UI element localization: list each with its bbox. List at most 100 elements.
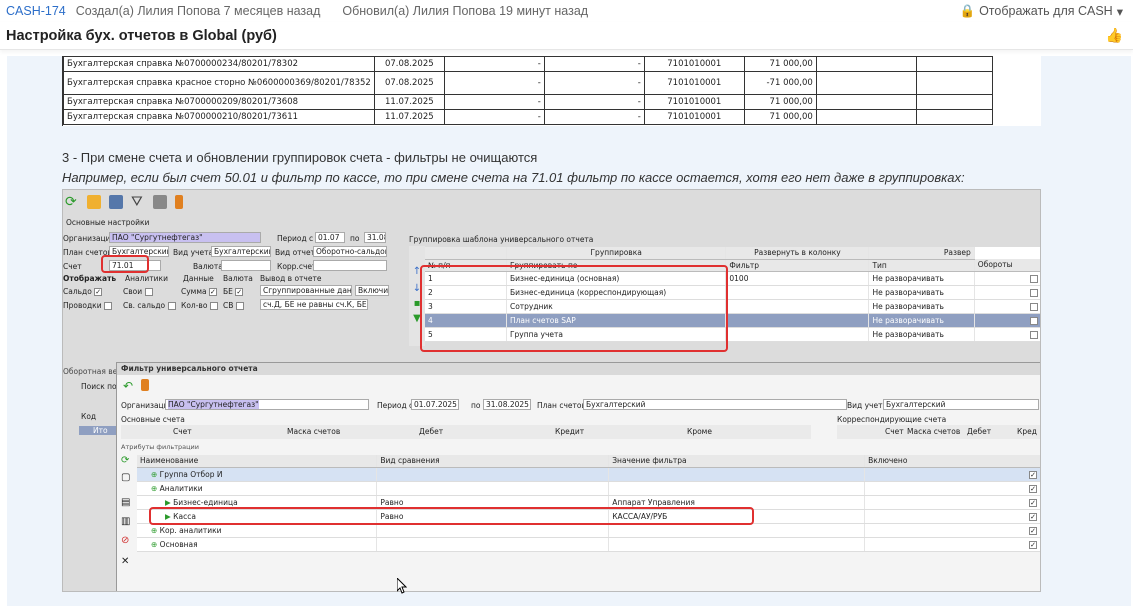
issue-key-link[interactable]: CASH-174 xyxy=(6,4,66,18)
ledger-cell-date: 11.07.2025 xyxy=(373,109,445,125)
org-field[interactable]: ПАО "Сургутнефтегаз" xyxy=(109,232,261,243)
undo-icon[interactable]: ↶ xyxy=(123,379,133,393)
enabled-checkbox[interactable]: ✓ xyxy=(864,509,1040,524)
refresh-icon[interactable]: ⟳ xyxy=(65,195,79,209)
check-icon: ✓ xyxy=(1029,540,1037,549)
tree-row[interactable]: ⊕ Аналитики ✓ xyxy=(137,481,1040,496)
print-icon[interactable] xyxy=(153,195,167,209)
ledger-cell-name: Бухгалтерская справка №0700000234/80201/… xyxy=(63,56,375,72)
saldo-label: Сальдо xyxy=(63,287,92,296)
turnover-checkbox[interactable] xyxy=(974,313,1040,328)
checkbox-box xyxy=(1030,288,1038,297)
qty-checkbox[interactable]: Кол-во xyxy=(181,301,218,310)
save-icon[interactable] xyxy=(109,195,123,209)
view-field[interactable]: Бухгалтерский xyxy=(211,246,271,257)
visibility-dropdown[interactable]: 🔒 Отображать для CASH ▾ xyxy=(960,4,1128,19)
copy-icon[interactable]: ▤ xyxy=(121,497,137,508)
output-field[interactable]: Сгруппированные данные xyxy=(260,285,352,296)
article-content: Бухгалтерская справка №0700000234/80201/… xyxy=(7,56,1131,606)
section-heading: 3 - При смене счета и обновлении группир… xyxy=(62,150,538,165)
amount-checkbox[interactable]: Сумма ✓ xyxy=(181,287,217,296)
page-title: Настройка бух. отчетов в Global (руб) xyxy=(6,27,277,44)
tree-row[interactable]: ⊕ Основная ✓ xyxy=(137,537,1040,552)
turnover-label: Оборотная вед xyxy=(63,367,123,376)
corr-filter-field[interactable]: сч.Д, БЕ не равны сч.К, БЕ xyxy=(260,299,368,310)
highlight-cash-filter xyxy=(149,507,754,525)
tree-row[interactable]: ⊕ Группа Отбор И ✓ xyxy=(137,467,1040,482)
grouping-cell-filter: 0100 xyxy=(725,271,870,286)
checkbox-box xyxy=(167,302,176,310)
sv-checkbox[interactable]: СВ xyxy=(223,301,244,310)
exit-icon[interactable] xyxy=(175,195,183,209)
tree-node-label: Основная xyxy=(159,539,198,549)
period-from-field[interactable]: 01.07 xyxy=(315,232,345,243)
period-to-field[interactable]: 31.08 xyxy=(364,232,386,243)
main-accounts-header: Счет Маска счетов Дебет Кредит Кроме xyxy=(121,425,811,439)
created-by: Создал(а) Лилия Попова 7 месяцев назад xyxy=(75,4,321,18)
currency-group: Валюта xyxy=(223,274,253,283)
filter-icon[interactable]: ⛛ xyxy=(131,195,145,209)
exit-icon[interactable] xyxy=(141,379,150,391)
own-checkbox[interactable]: Свои xyxy=(123,287,153,296)
total-row[interactable]: Ито xyxy=(79,426,116,435)
grouping-cell-type: Не разворачивать xyxy=(868,299,975,314)
ledger-cell-name: Бухгалтерская справка красное сторно №06… xyxy=(63,71,375,95)
enabled-checkbox[interactable]: ✓ xyxy=(864,537,1040,552)
checkbox-box xyxy=(144,288,153,296)
dialog-plan-field[interactable]: Бухгалтерский xyxy=(583,399,847,410)
postings-label: Проводки xyxy=(63,301,102,310)
tree-row[interactable]: ⊕ Кор. аналитики ✓ xyxy=(137,523,1040,538)
triangle-right-icon: ▶ xyxy=(165,497,174,507)
include-field[interactable]: Включи xyxy=(355,285,389,296)
visibility-label: Отображать для CASH xyxy=(979,4,1113,18)
grouping-cell-filter xyxy=(725,299,870,314)
new-icon[interactable]: ▢ xyxy=(121,472,137,483)
tree-node-label: Кор. аналитики xyxy=(159,525,222,535)
view2-field[interactable]: Оборотно-сальдовая xyxy=(313,246,387,257)
folder-icon[interactable] xyxy=(87,195,101,209)
postings-checkbox[interactable]: Проводки xyxy=(63,301,112,310)
grouping-header-cell: Развер xyxy=(868,247,975,260)
enabled-checkbox[interactable]: ✓ xyxy=(864,495,1040,510)
turnover-checkbox[interactable] xyxy=(974,327,1040,342)
dialog-caption: Фильтр универсального отчета xyxy=(117,363,1040,375)
filter-dialog: Фильтр универсального отчета ↶ Организац… xyxy=(116,362,1040,591)
turnover-checkbox[interactable] xyxy=(974,271,1040,286)
checkbox-box xyxy=(103,302,112,310)
turnover-checkbox[interactable] xyxy=(974,299,1040,314)
be-checkbox[interactable]: БЕ ✓ xyxy=(223,287,244,296)
ledger-cell-acc: 7101010001 xyxy=(643,56,745,72)
grouping-header-cell: Развернуть в колонку xyxy=(725,247,870,260)
dialog-org-field[interactable]: ПАО "Сургутнефтегаз" xyxy=(165,399,369,410)
stop-icon[interactable]: ⊘ xyxy=(121,535,137,546)
checkbox-box xyxy=(235,302,244,310)
tree-cell-val xyxy=(608,537,866,552)
highlight-account xyxy=(101,255,149,273)
check-icon: ✓ xyxy=(1029,470,1037,479)
delete-icon[interactable]: ▥ xyxy=(121,516,137,527)
enabled-checkbox[interactable]: ✓ xyxy=(864,467,1040,482)
qty-label: Кол-во xyxy=(181,301,208,310)
ledger-row: Бухгалтерская справка №0700000210/80201/… xyxy=(63,109,993,125)
enabled-checkbox[interactable]: ✓ xyxy=(864,523,1040,538)
dialog-period-to[interactable]: 31.08.2025 xyxy=(483,399,531,410)
tree-column-header: Вид сравнения xyxy=(376,455,610,468)
turnover-checkbox[interactable] xyxy=(974,285,1040,300)
currency-field[interactable] xyxy=(221,260,271,271)
cor-saldo-checkbox[interactable]: Св. сальдо xyxy=(123,301,176,310)
check-icon: ✓ xyxy=(1029,498,1037,507)
dialog-view-field[interactable]: Бухгалтерский xyxy=(883,399,1039,410)
dialog-period-from[interactable]: 01.07.2025 xyxy=(411,399,459,410)
tools-icon[interactable]: ✕ xyxy=(121,556,137,567)
tree-node-label: Бизнес-единица xyxy=(173,497,238,507)
tree-cell-name: ⊕ Аналитики xyxy=(137,481,378,496)
ledger-cell-acc: 7101010001 xyxy=(643,109,745,125)
enabled-checkbox[interactable]: ✓ xyxy=(864,481,1040,496)
period-label: Период с xyxy=(277,234,314,243)
ledger-cell-c4: - xyxy=(543,109,645,125)
refresh-icon[interactable]: ⟳ xyxy=(121,455,137,466)
ledger-cell-sum: -71 000,00 xyxy=(743,71,817,95)
saldo-checkbox[interactable]: Сальдо ✓ xyxy=(63,287,103,296)
like-icon[interactable]: 👍 xyxy=(1106,27,1127,44)
corr-field[interactable] xyxy=(313,260,387,271)
